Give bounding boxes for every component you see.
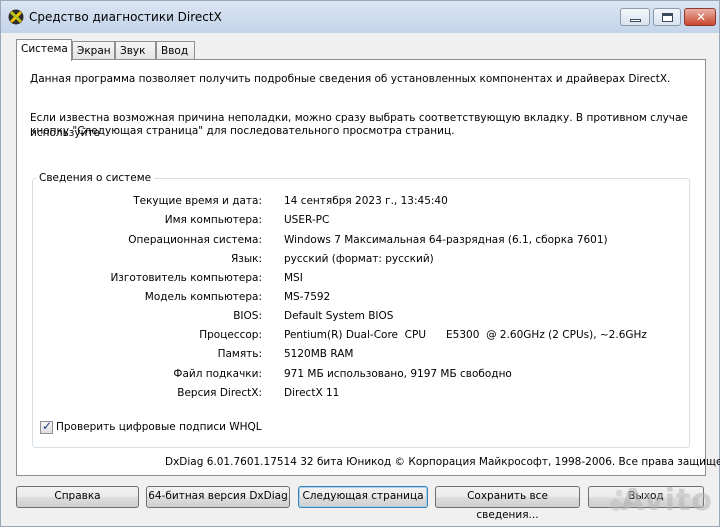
maximize-icon <box>662 13 673 22</box>
info-row-processor: Процессор: Pentium(R) Dual-Core CPU E530… <box>17 329 677 345</box>
info-row-manufacturer: Изготовитель компьютера: MSI <box>17 272 677 288</box>
whql-checkbox-label[interactable]: Проверить цифровые подписи WHQL <box>56 421 262 433</box>
info-label: Язык: <box>230 253 262 265</box>
info-value: Pentium(R) Dual-Core CPU E5300 @ 2.60GHz… <box>284 329 647 341</box>
info-label: Модель компьютера: <box>144 291 262 303</box>
info-row-pagefile: Файл подкачки: 971 МБ использовано, 9197… <box>17 368 677 384</box>
info-row-datetime: Текущие время и дата: 14 сентября 2023 г… <box>17 195 677 211</box>
window-title: Средство диагностики DirectX <box>29 10 222 24</box>
info-value: USER-PC <box>284 214 330 226</box>
dxdiag-64bit-button[interactable]: 64-битная версия DxDiag <box>146 486 290 508</box>
info-value: DirectX 11 <box>284 387 340 399</box>
info-value: 5120MB RAM <box>284 348 354 360</box>
system-info-title: Сведения о системе <box>36 172 155 184</box>
info-label: Процессор: <box>199 329 262 341</box>
info-label: BIOS: <box>233 310 262 322</box>
info-row-language: Язык: русский (формат: русский) <box>17 253 677 269</box>
info-row-model: Модель компьютера: MS-7592 <box>17 291 677 307</box>
info-row-memory: Память: 5120MB RAM <box>17 348 677 364</box>
info-label: Текущие время и дата: <box>133 195 262 207</box>
title-bar[interactable]: Средство диагностики DirectX ✕ <box>1 1 719 33</box>
info-label: Имя компьютера: <box>164 214 262 226</box>
dxdiag-window: Средство диагностики DirectX ✕ Система Э… <box>0 0 720 527</box>
directx-x-icon <box>8 9 24 25</box>
whql-checkbox[interactable]: ✓ <box>40 419 53 434</box>
info-value: MS-7592 <box>284 291 331 303</box>
tab-sound[interactable]: Звук <box>115 41 156 61</box>
info-value: Default System BIOS <box>284 310 394 322</box>
info-value: 971 МБ использовано, 9197 МБ свободно <box>284 368 512 380</box>
checkmark-icon: ✓ <box>42 419 53 433</box>
info-label: Файл подкачки: <box>173 368 262 380</box>
tab-input[interactable]: Ввод <box>156 41 195 61</box>
maximize-button[interactable] <box>653 8 681 26</box>
info-value: MSI <box>284 272 303 284</box>
info-label: Память: <box>217 348 262 360</box>
info-value: русский (формат: русский) <box>284 253 434 265</box>
close-button[interactable]: ✕ <box>684 8 716 26</box>
tab-display[interactable]: Экран <box>72 41 115 61</box>
minimize-icon <box>630 19 641 22</box>
minimize-button[interactable] <box>620 8 650 26</box>
avito-watermark: Avito <box>621 483 713 518</box>
help-button[interactable]: Справка <box>16 486 139 508</box>
tab-system[interactable]: Система <box>16 39 72 61</box>
info-label: Операционная система: <box>128 234 262 246</box>
info-row-directx-version: Версия DirectX: DirectX 11 <box>17 387 677 403</box>
save-all-info-button[interactable]: Сохранить все сведения... <box>435 486 580 521</box>
info-row-bios: BIOS: Default System BIOS <box>17 310 677 326</box>
next-page-button[interactable]: Следующая страница <box>298 486 428 508</box>
info-value: Windows 7 Максимальная 64-разрядная (6.1… <box>284 234 608 246</box>
info-value: 14 сентября 2023 г., 13:45:40 <box>284 195 448 207</box>
system-tab-panel: Данная программа позволяет получить подр… <box>16 59 720 476</box>
info-label: Изготовитель компьютера: <box>110 272 262 284</box>
info-row-computer-name: Имя компьютера: USER-PC <box>17 214 677 230</box>
info-row-os: Операционная система: Windows 7 Максимал… <box>17 234 677 250</box>
intro-text-3: кнопку "Следующая страница" для последов… <box>30 125 455 137</box>
close-icon: ✕ <box>696 10 707 24</box>
version-copyright-text: DxDiag 6.01.7601.17514 32 бита Юникод © … <box>165 456 720 468</box>
intro-text-1: Данная программа позволяет получить подр… <box>30 73 671 85</box>
info-label: Версия DirectX: <box>177 387 262 399</box>
